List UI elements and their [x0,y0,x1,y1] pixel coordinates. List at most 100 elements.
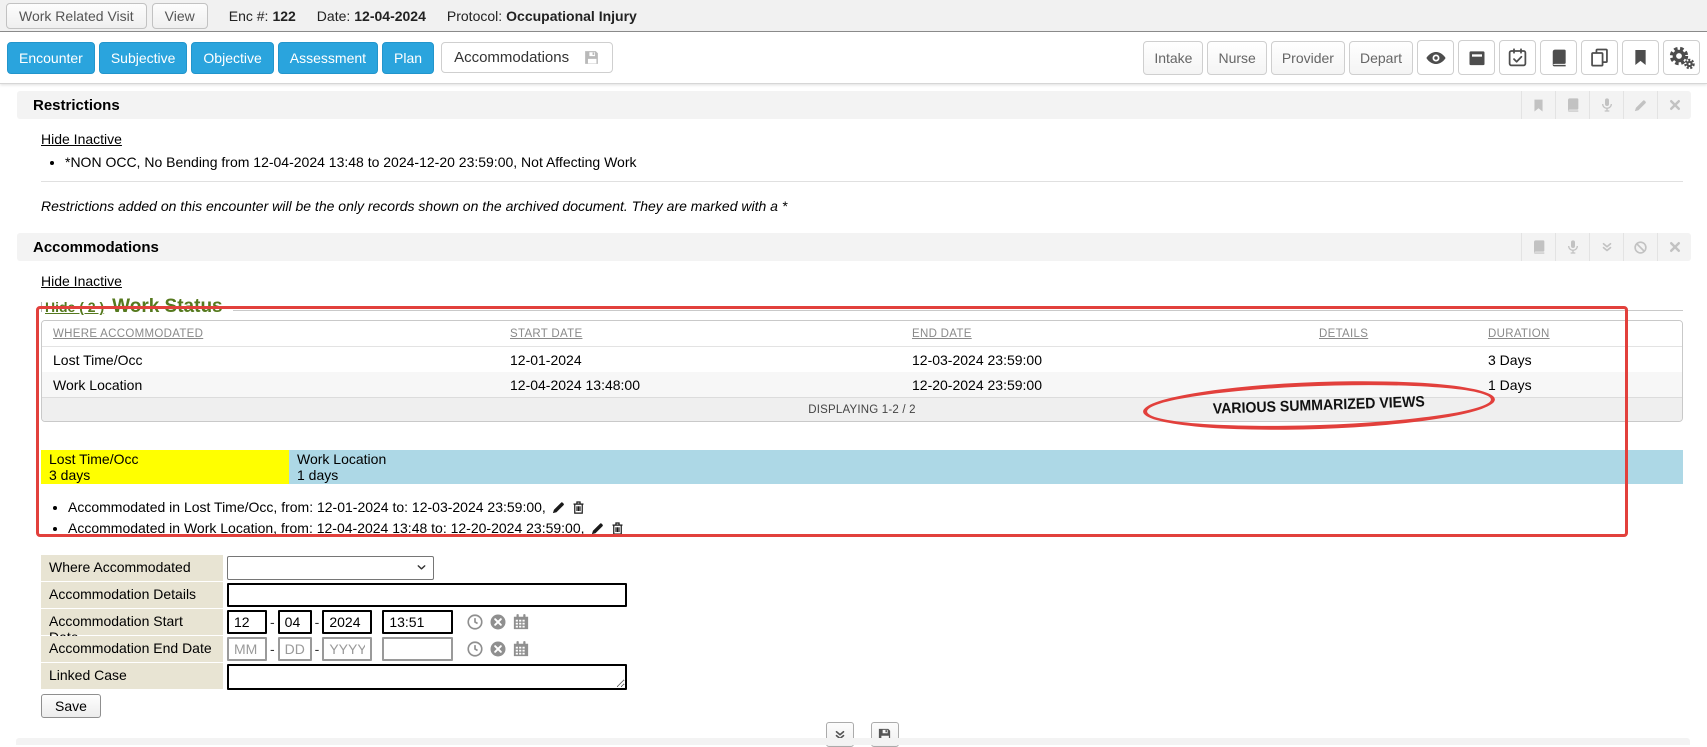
summary-days: 1 days [297,467,1683,483]
nurse-button[interactable]: Nurse [1207,41,1266,75]
summary-lost-time: Lost Time/Occ 3 days [41,450,289,484]
summary-bar: Lost Time/Occ 3 days Work Location 1 day… [41,450,1683,484]
provider-button[interactable]: Provider [1271,41,1345,75]
table-header-row: WHERE ACCOMMODATED START DATE END DATE D… [42,321,1682,347]
restrictions-title: Restrictions [33,97,120,114]
table-pagination: DISPLAYING 1-2 / 2 [42,397,1682,421]
col-where-accommodated[interactable]: WHERE ACCOMMODATED [53,328,510,340]
depart-button[interactable]: Depart [1349,41,1413,75]
work-status-title: Work Status [112,296,223,318]
disable-icon[interactable] [1623,233,1657,261]
history-item: Accommodated in Work Location, from: 12-… [68,519,1683,538]
book-icon[interactable] [1521,233,1555,261]
restrictions-hide-inactive-link[interactable]: Hide Inactive [41,131,122,147]
microphone-icon[interactable] [1555,233,1589,261]
book-icon[interactable] [1555,91,1589,119]
nav-right-group: Intake Nurse Provider Depart [1143,40,1700,75]
cell-duration: 3 Days [1488,352,1671,368]
microphone-icon[interactable] [1589,91,1623,119]
legend-line [233,310,1683,311]
active-tab-label: Accommodations [454,49,569,66]
work-status-legend: Hide ( 2 ) Work Status [41,296,1683,318]
intake-button[interactable]: Intake [1143,41,1203,75]
legend-tick [41,302,42,312]
cell-end: 12-20-2024 23:59:00 [912,377,1319,393]
accommodation-details-input[interactable] [227,583,627,607]
col-duration[interactable]: DURATION [1488,328,1671,340]
save-button[interactable]: Save [41,694,101,718]
clear-date-icon[interactable] [489,640,507,658]
summary-title: Work Location [297,451,1683,467]
archive-box-icon[interactable] [1458,40,1495,75]
restrictions-header-icons [1521,91,1691,119]
encounter-number: Enc #:122 [229,8,296,24]
start-day-input[interactable] [278,610,312,634]
nav-bar: Encounter Subjective Objective Assessmen… [0,32,1707,84]
accommodation-history-list: Accommodated in Lost Time/Occ, from: 12-… [41,498,1683,538]
bookmark-icon[interactable] [1521,91,1555,119]
cell-end: 12-03-2024 23:59:00 [912,352,1319,368]
calendar-icon[interactable] [512,640,530,658]
edit-pencil-icon[interactable] [590,521,605,536]
table-row[interactable]: Lost Time/Occ 12-01-2024 12-03-2024 23:5… [42,347,1682,372]
view-button[interactable]: View [152,3,208,29]
work-related-visit-button[interactable]: Work Related Visit [6,3,147,29]
accommodations-header-icons [1521,233,1691,261]
delete-trash-icon[interactable] [571,500,586,515]
linked-case-label: Linked Case [41,663,223,689]
col-end-date[interactable]: END DATE [912,328,1319,340]
date-separator: - [270,614,275,630]
table-row[interactable]: Work Location 12-04-2024 13:48:00 12-20-… [42,372,1682,397]
tab-plan[interactable]: Plan [382,42,434,74]
end-month-input[interactable] [227,637,267,661]
clock-icon[interactable] [466,613,484,631]
delete-trash-icon[interactable] [610,521,625,536]
close-icon[interactable] [1657,91,1691,119]
clear-date-icon[interactable] [489,613,507,631]
save-tab-icon[interactable] [583,49,600,66]
copy-icon[interactable] [1581,40,1618,75]
end-time-input[interactable] [382,637,453,661]
where-accommodated-select[interactable] [227,556,434,580]
cell-start: 12-01-2024 [510,352,912,368]
cell-where: Lost Time/Occ [53,352,510,368]
end-day-input[interactable] [278,637,312,661]
tab-encounter[interactable]: Encounter [7,42,95,74]
collapse-chevrons-icon[interactable] [1589,233,1623,261]
book-icon[interactable] [1540,40,1577,75]
edit-pencil-icon[interactable] [551,500,566,515]
summary-work-location: Work Location 1 days [289,450,1683,484]
linked-case-input[interactable] [227,664,627,690]
accommodation-details-label: Accommodation Details [41,582,223,608]
eye-icon[interactable] [1417,40,1454,75]
start-month-input[interactable] [227,610,267,634]
bookmark-icon[interactable] [1622,40,1659,75]
history-text: Accommodated in Lost Time/Occ, from: 12-… [68,499,546,515]
where-accommodated-label: Where Accommodated [41,555,223,581]
tab-objective[interactable]: Objective [191,42,273,74]
col-details[interactable]: DETAILS [1319,328,1488,340]
hide-count-link[interactable]: Hide ( 2 ) [45,299,104,315]
calendar-check-icon[interactable] [1499,40,1536,75]
end-year-input[interactable] [322,637,372,661]
col-start-date[interactable]: START DATE [510,328,912,340]
start-year-input[interactable] [322,610,372,634]
top-bar: Work Related Visit View Enc #:122 Date:1… [0,0,1707,32]
clock-icon[interactable] [466,640,484,658]
tab-subjective[interactable]: Subjective [99,42,188,74]
history-item: Accommodated in Lost Time/Occ, from: 12-… [68,498,1683,517]
pencil-icon[interactable] [1623,91,1657,119]
calendar-icon[interactable] [512,613,530,631]
tab-assessment[interactable]: Assessment [278,42,378,74]
start-time-input[interactable] [382,610,453,634]
summary-days: 3 days [49,467,289,483]
tab-accommodations-active[interactable]: Accommodations [441,42,613,73]
date-separator: - [315,614,320,630]
restrictions-note: Restrictions added on this encounter wil… [41,198,1683,214]
close-icon[interactable] [1657,233,1691,261]
summary-title: Lost Time/Occ [49,451,289,467]
gears-icon[interactable] [1663,40,1700,75]
date-separator: - [270,641,275,657]
date-separator: - [315,641,320,657]
accommodations-hide-inactive-link[interactable]: Hide Inactive [41,273,122,289]
